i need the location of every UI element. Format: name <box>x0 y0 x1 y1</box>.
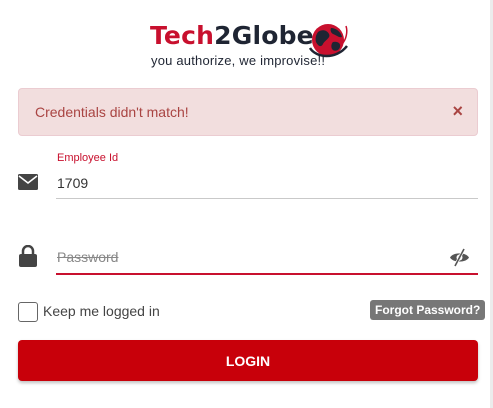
logo-word-2: 2 <box>214 21 232 50</box>
alert-message: Credentials didn't match! <box>35 104 189 120</box>
logo-wordmark: Tech2Globe <box>150 20 314 52</box>
employee-id-input[interactable] <box>57 174 477 192</box>
login-button[interactable]: LOGIN <box>18 340 478 381</box>
forgot-password-button[interactable]: Forgot Password? <box>370 300 486 320</box>
logo-word-tech: Tech <box>150 21 215 50</box>
password-underline <box>56 273 478 275</box>
envelope-icon <box>18 174 38 190</box>
employee-id-underline <box>56 198 478 199</box>
remember-me-checkbox[interactable] <box>18 302 38 322</box>
lock-icon <box>19 245 37 267</box>
close-icon[interactable]: × <box>452 102 463 120</box>
error-alert: Credentials didn't match! × <box>18 88 478 136</box>
employee-id-label: Employee Id <box>57 152 119 164</box>
logo-word-globe: Globe <box>231 21 314 50</box>
logo-tagline: you authorize, we improvise!! <box>151 53 326 68</box>
remember-me-label[interactable]: Keep me logged in <box>43 303 160 319</box>
eye-slash-icon[interactable] <box>449 248 470 267</box>
password-input[interactable] <box>57 248 437 266</box>
brand-logo: Tech2Globe you authorize, we improvise!! <box>146 18 356 70</box>
